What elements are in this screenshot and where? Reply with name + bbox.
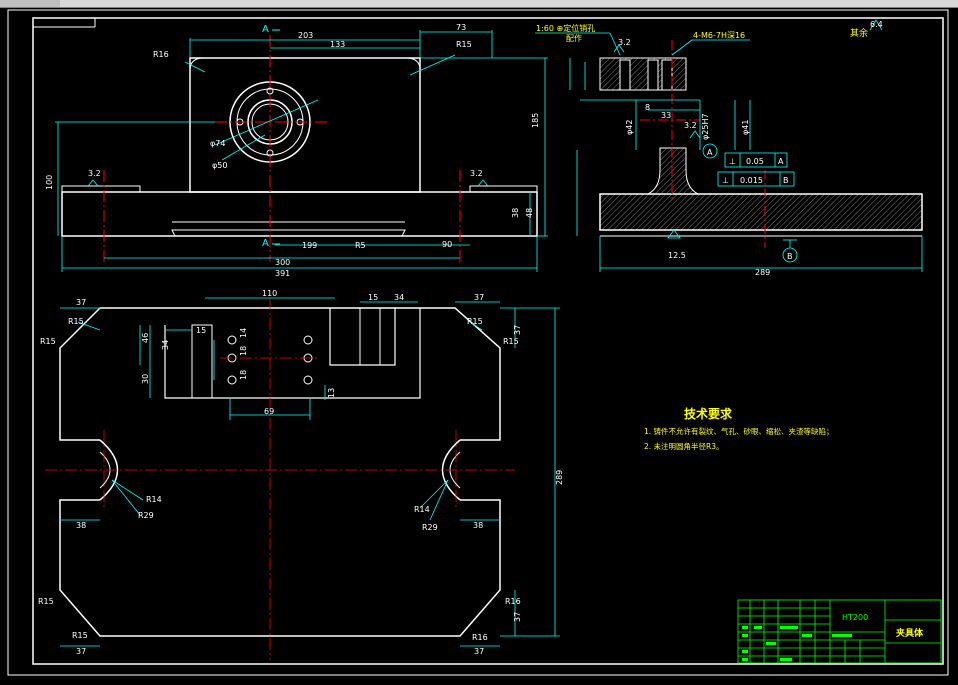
scale-note-2: 配作: [566, 33, 582, 43]
tech-req-title: 技术要求: [684, 406, 733, 421]
dim-289-top: 289: [555, 470, 564, 485]
dim-r15-a: R15: [68, 317, 84, 326]
dim-110: 110: [262, 289, 277, 298]
dim-8: 8: [645, 103, 650, 112]
dim-phi41: φ41: [741, 120, 750, 135]
dim-90: 90: [442, 240, 452, 249]
title-block-name: 夹具体: [896, 627, 924, 639]
dim-r15-c: R15: [467, 317, 483, 326]
window-top-bar-notch: [0, 0, 60, 7]
dim-r5: R5: [355, 241, 366, 250]
roughness-top: 3.2: [618, 38, 631, 47]
dim-100: 100: [45, 175, 54, 190]
datum-a: A: [707, 148, 713, 157]
tech-req-line-2: 2. 未注明圆角半径R3。: [644, 441, 724, 451]
dim-r16-b: R16: [472, 633, 488, 642]
dim-15-a: 15: [368, 293, 378, 302]
dim-33: 33: [661, 111, 671, 120]
dim-phi42: φ42: [625, 120, 634, 135]
dim-34-a: 34: [394, 293, 404, 302]
dim-37-tr: 37: [474, 293, 484, 302]
tolerance-1-symbol: ⊥: [729, 157, 736, 166]
dim-38-b: 38: [473, 521, 483, 530]
dim-289-side: 289: [755, 268, 770, 277]
dim-phi25: φ25H7: [701, 113, 710, 140]
dim-r16: R16: [505, 597, 521, 606]
roughness-right: 3.2: [470, 169, 483, 178]
dim-18-b: 18: [239, 370, 248, 380]
corner-note: 其余: [850, 27, 868, 39]
dim-30: 30: [141, 374, 150, 384]
cad-drawing-canvas[interactable]: A A 203 73 133 R15 R16 185 100 38 48 φ74…: [0, 7, 958, 685]
dim-14: 14: [239, 328, 248, 338]
side-view-dimensions: [535, 19, 923, 272]
dim-300: 300: [275, 258, 290, 267]
roughness-mid: 3.2: [684, 121, 697, 130]
dim-37-r: 37: [513, 325, 522, 335]
tech-req-line-1: 1. 铸件不允许有裂纹、气孔、砂眼、缩松、夹渣等缺陷；: [644, 426, 834, 436]
dim-18: 18: [239, 346, 248, 356]
dim-r15-f: R15: [72, 631, 88, 640]
dim-13: 13: [327, 388, 336, 398]
dim-133: 133: [330, 40, 345, 49]
dim-r15-e: R15: [38, 597, 54, 606]
dim-185: 185: [531, 113, 540, 128]
roughness-bottom: 12.5: [668, 251, 686, 260]
tolerance-1-datum: A: [778, 157, 784, 166]
side-view: [599, 40, 923, 248]
front-view-labels: A A 203 73 133 R15 R16 185 100 38 48 φ74…: [45, 23, 540, 278]
side-view-labels: 1:60 ⊕定位销孔 配作 4-M6-7H深16 3.2 3.2 8 33 φ4…: [536, 20, 883, 277]
dim-37-rb: 37: [513, 612, 522, 622]
dim-73: 73: [456, 23, 466, 32]
tolerance-1-value: 0.05: [746, 157, 764, 166]
dim-69: 69: [264, 407, 274, 416]
dim-37-br: 37: [474, 647, 484, 656]
bolt-note: 4-M6-7H深16: [693, 31, 745, 40]
tolerance-2-symbol: ⊥: [722, 176, 729, 185]
top-view-dimensions: [60, 297, 560, 647]
dim-203: 203: [298, 31, 313, 40]
dim-r16: R16: [153, 50, 169, 59]
front-view: [61, 29, 538, 262]
dim-199: 199: [302, 241, 317, 250]
dim-391: 391: [275, 269, 290, 278]
roughness-left: 3.2: [88, 169, 101, 178]
dim-phi50: φ50: [212, 161, 227, 170]
dim-37-tl: 37: [76, 298, 86, 307]
dim-37-bl: 37: [76, 647, 86, 656]
tech-requirements: 技术要求 1. 铸件不允许有裂纹、气孔、砂眼、缩松、夹渣等缺陷； 2. 未注明圆…: [644, 406, 834, 451]
section-label-bottom: A: [262, 238, 269, 249]
dim-r14-b: R14: [414, 505, 430, 514]
dim-r15-b: R15: [40, 337, 56, 346]
title-block-material: HT200: [842, 613, 868, 622]
dim-48: 48: [525, 208, 534, 218]
dim-r15-d: R15: [503, 337, 519, 346]
tolerance-2-value: 0.015: [740, 176, 763, 185]
dim-r15: R15: [456, 40, 472, 49]
dim-38-a: 38: [76, 521, 86, 530]
corner-roughness: 6.4: [870, 20, 883, 29]
dim-r14-a: R14: [146, 495, 162, 504]
section-label-top: A: [262, 24, 269, 35]
dim-r29-b: R29: [422, 523, 438, 532]
dim-phi74: φ74: [210, 139, 225, 148]
dim-15-b: 15: [196, 326, 206, 335]
dim-34: 34: [161, 340, 170, 350]
dim-38: 38: [511, 208, 520, 218]
dim-46: 46: [141, 333, 150, 343]
dim-r29-a: R29: [138, 511, 154, 520]
datum-b: B: [787, 252, 793, 261]
tolerance-2-datum: B: [783, 176, 789, 185]
top-view: [59, 307, 501, 637]
scale-note: 1:60 ⊕定位销孔: [536, 23, 595, 33]
